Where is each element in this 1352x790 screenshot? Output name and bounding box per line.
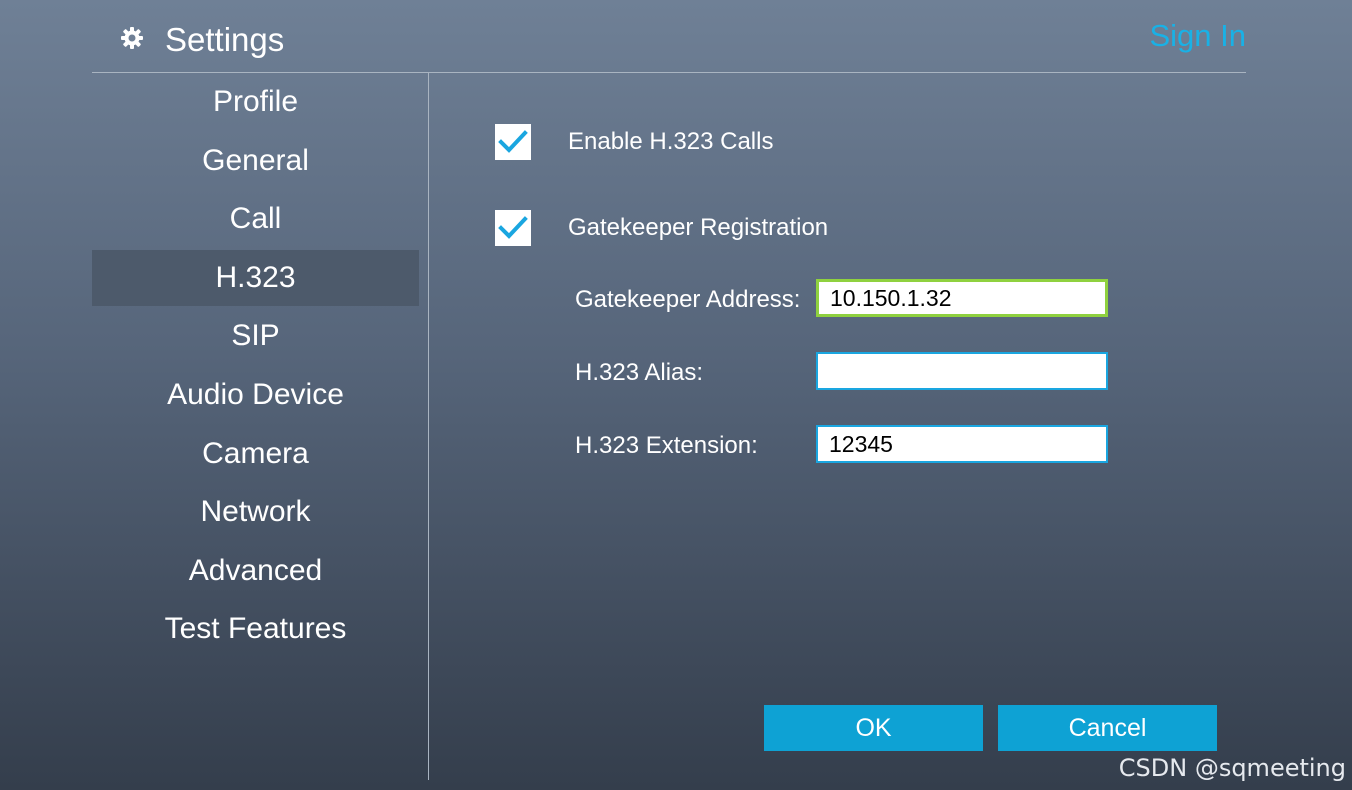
gear-icon: [120, 26, 144, 50]
checkmark-icon: [498, 216, 528, 239]
enable-h323-row: Enable H.323 Calls: [495, 124, 773, 160]
h323-alias-input[interactable]: [816, 352, 1108, 390]
gatekeeper-address-input[interactable]: [816, 279, 1108, 317]
sidebar-item-network[interactable]: Network: [92, 484, 419, 540]
sidebar-item-h323[interactable]: H.323: [92, 249, 419, 306]
enable-h323-checkbox[interactable]: [495, 124, 531, 160]
sidebar-item-sip[interactable]: SIP: [92, 308, 419, 364]
h323-extension-label: H.323 Extension:: [575, 432, 758, 459]
gatekeeper-registration-checkbox[interactable]: [495, 210, 531, 246]
ok-button[interactable]: OK: [764, 705, 983, 751]
sidebar-item-advanced[interactable]: Advanced: [92, 543, 419, 599]
vertical-divider: [428, 73, 429, 780]
sidebar: Profile General Call H.323 SIP Audio Dev…: [92, 74, 419, 660]
sidebar-item-call[interactable]: Call: [92, 191, 419, 247]
gatekeeper-registration-label: Gatekeeper Registration: [568, 214, 829, 241]
enable-h323-label: Enable H.323 Calls: [568, 128, 774, 155]
gatekeeper-registration-row: Gatekeeper Registration: [495, 210, 828, 246]
checkmark-icon: [498, 130, 528, 153]
cancel-button[interactable]: Cancel: [998, 705, 1217, 751]
watermark: CSDN @sqmeeting: [1118, 754, 1346, 782]
sidebar-item-profile[interactable]: Profile: [92, 74, 419, 130]
gatekeeper-address-label: Gatekeeper Address:: [575, 286, 801, 313]
sidebar-item-audio-device[interactable]: Audio Device: [92, 367, 419, 423]
sidebar-item-camera[interactable]: Camera: [92, 426, 419, 482]
sidebar-item-test-features[interactable]: Test Features: [92, 601, 419, 657]
sign-in-link[interactable]: Sign In: [1149, 16, 1246, 56]
sidebar-item-general[interactable]: General: [92, 133, 419, 189]
h323-alias-label: H.323 Alias:: [575, 359, 704, 386]
h323-extension-input[interactable]: [816, 425, 1108, 463]
page-title: Settings: [165, 21, 285, 58]
